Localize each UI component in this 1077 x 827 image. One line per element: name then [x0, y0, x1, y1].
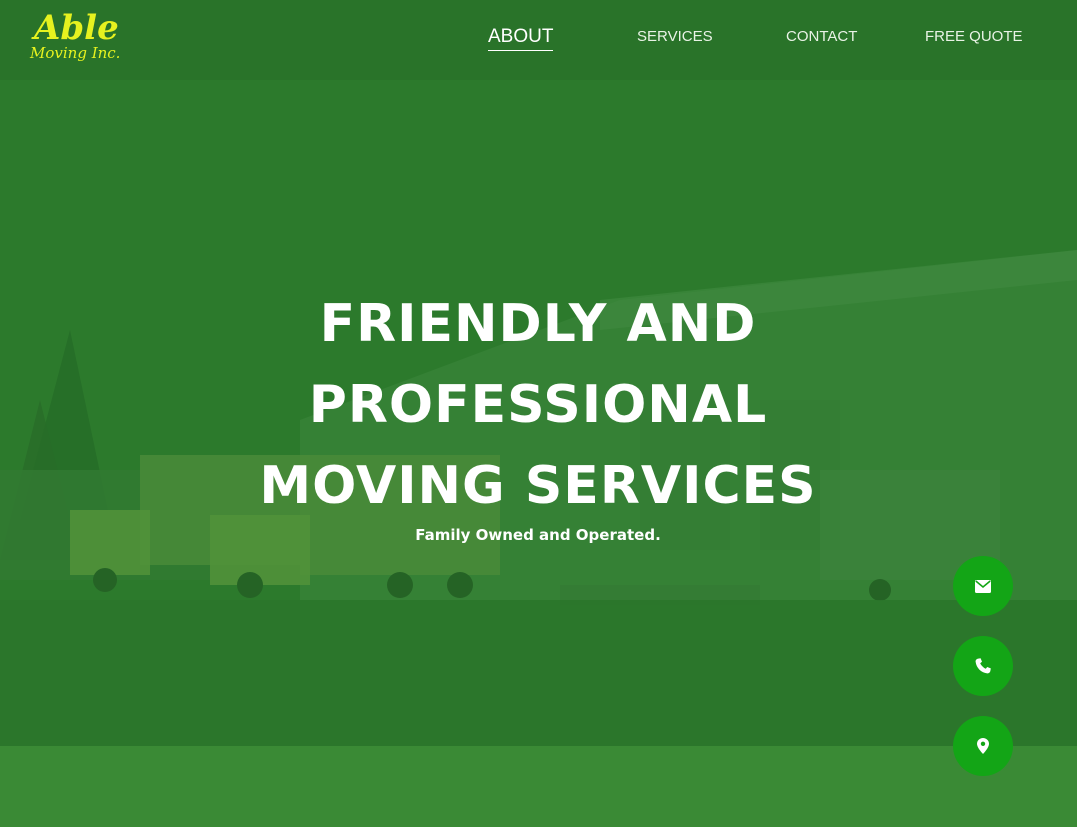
phone-icon [975, 658, 991, 674]
headline-line-2: PROFESSIONAL [308, 375, 768, 435]
map-marker-icon [977, 738, 989, 754]
hero-tagline: Family Owned and Operated. [415, 526, 661, 544]
nav-item-contact[interactable]: CONTACT [786, 26, 857, 48]
nav-item-free-quote[interactable]: FREE QUOTE [925, 26, 1023, 48]
below-hero-section [0, 746, 1077, 827]
hero-section: FRIENDLY AND PROFESSIONAL MOVING SERVICE… [0, 0, 1077, 746]
page: FRIENDLY AND PROFESSIONAL MOVING SERVICE… [0, 0, 1077, 827]
logo-main-text: Able [34, 8, 119, 48]
headline-line-1: FRIENDLY AND [319, 294, 757, 354]
hero-headline: FRIENDLY AND PROFESSIONAL MOVING SERVICE… [238, 284, 838, 527]
logo-sub-text: Moving Inc. [30, 44, 121, 62]
site-header: Able Moving Inc. ABOUT SERVICES CONTACT … [0, 0, 1077, 80]
headline-line-3: MOVING SERVICES [259, 456, 817, 516]
nav-item-services[interactable]: SERVICES [637, 26, 713, 48]
nav-item-about[interactable]: ABOUT [488, 25, 554, 51]
envelope-icon [975, 579, 991, 593]
company-logo[interactable]: Able Moving Inc. [28, 10, 128, 70]
main-nav: ABOUT SERVICES CONTACT FREE QUOTE [460, 26, 1050, 56]
phone-button[interactable] [953, 636, 1013, 696]
email-button[interactable] [953, 556, 1013, 616]
location-button[interactable] [953, 716, 1013, 776]
